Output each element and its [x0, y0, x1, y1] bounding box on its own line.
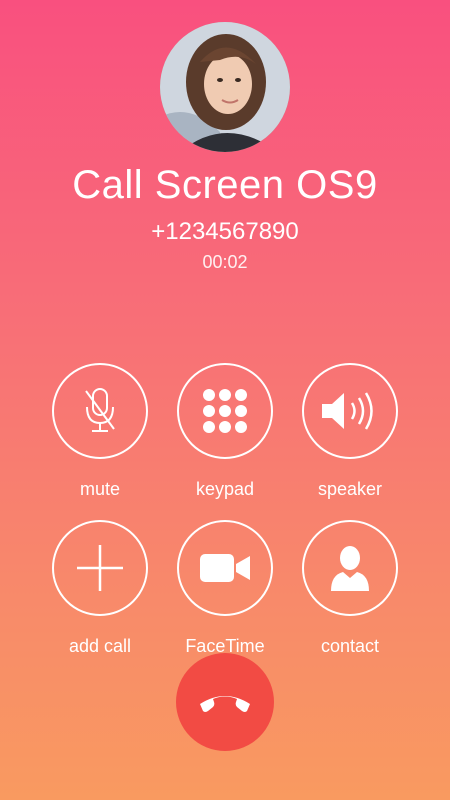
phone-hangup-icon — [200, 696, 250, 712]
mic-off-icon — [85, 388, 115, 432]
mute-label: mute — [79, 479, 121, 499]
caller-name: Call Screen OS9 — [72, 163, 378, 207]
call-duration: 00:02 — [202, 252, 248, 272]
speaker-label: speaker — [317, 479, 383, 499]
video-camera-icon — [200, 554, 250, 582]
keypad-button[interactable]: keypad — [173, 363, 277, 500]
end-call-button[interactable] — [176, 653, 274, 751]
contact-button[interactable]: contact — [298, 520, 402, 657]
caller-avatar — [160, 22, 290, 152]
person-icon — [331, 546, 369, 591]
facetime-circle[interactable] — [177, 520, 273, 616]
add-call-button[interactable]: add call — [48, 520, 152, 657]
keypad-circle[interactable] — [177, 363, 273, 459]
speaker-icon — [322, 392, 373, 430]
plus-icon — [77, 545, 123, 591]
speaker-button[interactable]: speaker — [298, 363, 402, 500]
speaker-circle[interactable] — [302, 363, 398, 459]
add-call-label: add call — [68, 636, 132, 656]
contact-label: contact — [320, 636, 380, 656]
mute-circle[interactable] — [52, 363, 148, 459]
caller-photo — [160, 22, 290, 152]
facetime-button[interactable]: FaceTime — [173, 520, 277, 657]
caller-number: +1234567890 — [151, 218, 299, 245]
keypad-icon — [203, 389, 247, 433]
add-call-circle[interactable] — [52, 520, 148, 616]
keypad-label: keypad — [195, 479, 255, 499]
mute-button[interactable]: mute — [48, 363, 152, 500]
contact-circle[interactable] — [302, 520, 398, 616]
